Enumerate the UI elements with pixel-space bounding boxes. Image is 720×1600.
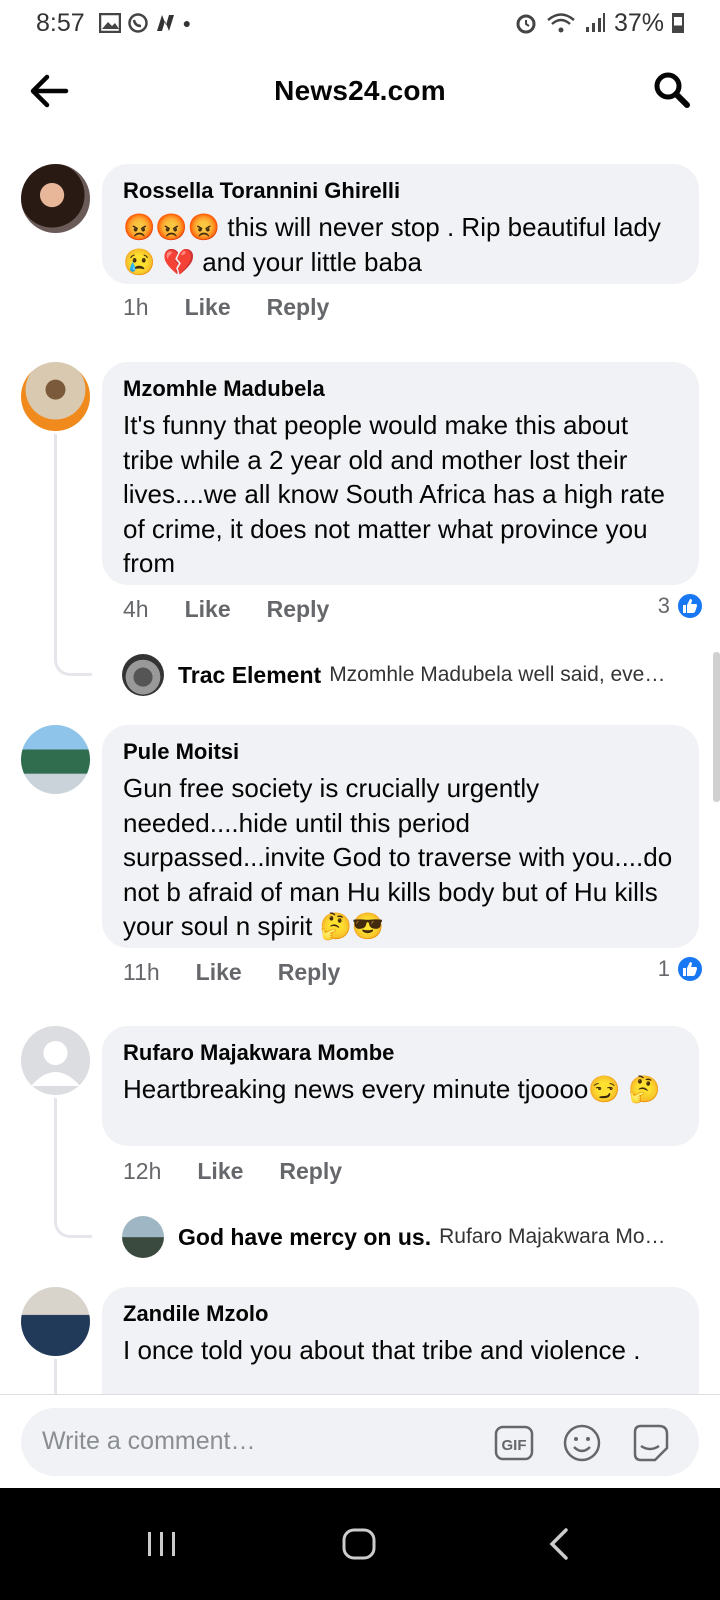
emoji-icon[interactable] bbox=[561, 1422, 603, 1464]
comment-actions: 1h Like Reply bbox=[123, 294, 365, 321]
reply-text: Mzomhle Madubela well said, eve… bbox=[329, 663, 666, 686]
status-bar: 8:57 ● 37% bbox=[0, 0, 720, 46]
back-arrow-icon[interactable] bbox=[28, 70, 70, 112]
like-count: 3 bbox=[657, 593, 670, 618]
comment-text: I once told you about that tribe and vio… bbox=[123, 1335, 641, 1365]
like-button[interactable]: Like bbox=[196, 959, 242, 986]
comment-bubble[interactable]: Zandile Mzolo I once told you about that… bbox=[102, 1287, 699, 1394]
comment-author[interactable]: Pule Moitsi bbox=[123, 739, 679, 765]
comment-actions: 4h Like Reply bbox=[123, 596, 365, 623]
page-title: News24.com bbox=[274, 75, 446, 106]
battery-percent: 37% bbox=[613, 8, 664, 37]
thread-line bbox=[54, 1359, 92, 1394]
comment-time[interactable]: 4h bbox=[123, 596, 149, 623]
system-nav-bar bbox=[0, 1488, 720, 1600]
reply-text: Rufaro Majakwara Mo… bbox=[439, 1225, 666, 1248]
comment-text: Gun free society is crucially urgently n… bbox=[123, 773, 673, 941]
reaction-count[interactable]: 3 bbox=[658, 592, 704, 620]
comment-time[interactable]: 1h bbox=[123, 294, 149, 321]
reply-button[interactable]: Reply bbox=[267, 596, 330, 623]
status-time: 8:57 bbox=[36, 8, 85, 37]
comment-input-placeholder: Write a comment… bbox=[42, 1427, 256, 1455]
avatar[interactable] bbox=[21, 362, 90, 431]
comment-author[interactable]: Rufaro Majakwara Mombe bbox=[123, 1040, 679, 1066]
like-count: 1 bbox=[657, 956, 670, 981]
reply-button[interactable]: Reply bbox=[279, 1158, 342, 1185]
reply-author: God have mercy on us. bbox=[178, 1223, 432, 1250]
reply-author: Trac Element bbox=[178, 661, 322, 688]
wifi-icon bbox=[547, 13, 575, 33]
comment-bubble[interactable]: Rossella Torannini Ghirelli 😡😡😡 this wil… bbox=[102, 164, 699, 284]
back-nav-icon[interactable] bbox=[538, 1522, 582, 1566]
comment-actions: 11h Like Reply bbox=[123, 959, 376, 986]
like-button[interactable]: Like bbox=[197, 1158, 243, 1185]
whatsapp-icon bbox=[127, 13, 148, 33]
comment-bubble[interactable]: Pule Moitsi Gun free society is cruciall… bbox=[102, 725, 699, 948]
comment-author[interactable]: Mzomhle Madubela bbox=[123, 376, 679, 402]
alarm-icon bbox=[516, 14, 536, 34]
status-right: 37% bbox=[514, 9, 684, 38]
comment-text: 😡😡😡 this will never stop . Rip beautiful… bbox=[123, 212, 661, 277]
comment-input[interactable]: Write a comment… GIF bbox=[21, 1408, 699, 1476]
comment: Zandile Mzolo I once told you about that… bbox=[0, 1287, 720, 1394]
thread-line bbox=[54, 434, 92, 676]
reply-preview[interactable]: Trac Element Mzomhle Madubela well said,… bbox=[122, 654, 690, 696]
battery-icon bbox=[672, 13, 684, 33]
avatar[interactable] bbox=[21, 725, 90, 794]
comment-text: Heartbreaking news every minute tjoooo😏 … bbox=[123, 1074, 661, 1104]
recent-apps-icon[interactable] bbox=[140, 1522, 184, 1566]
reaction-count[interactable]: 1 bbox=[658, 955, 704, 983]
scrollbar[interactable] bbox=[713, 652, 720, 802]
comment-actions: 12h Like Reply bbox=[123, 1158, 378, 1185]
comment-composer-bar: Write a comment… GIF bbox=[0, 1394, 720, 1488]
comment-bubble[interactable]: Mzomhle Madubela It's funny that people … bbox=[102, 362, 699, 585]
thread-line bbox=[54, 1098, 92, 1238]
search-icon[interactable] bbox=[652, 70, 692, 110]
signal-icon bbox=[585, 13, 605, 32]
avatar[interactable] bbox=[21, 1287, 90, 1356]
comment-bubble[interactable]: Rufaro Majakwara Mombe Heartbreaking new… bbox=[102, 1026, 699, 1146]
default-avatar-icon bbox=[31, 1041, 80, 1086]
like-thumb-icon bbox=[676, 955, 704, 983]
gif-icon[interactable]: GIF bbox=[493, 1422, 535, 1464]
reply-preview[interactable]: God have mercy on us. Rufaro Majakwara M… bbox=[122, 1216, 690, 1258]
app-header: News24.com bbox=[0, 56, 720, 126]
comment-time[interactable]: 11h bbox=[123, 959, 160, 986]
reply-button[interactable]: Reply bbox=[278, 959, 341, 986]
home-icon[interactable] bbox=[338, 1522, 382, 1566]
reply-button[interactable]: Reply bbox=[267, 294, 330, 321]
avatar bbox=[122, 1216, 164, 1258]
like-thumb-icon bbox=[676, 592, 704, 620]
news-app-icon bbox=[156, 15, 174, 31]
svg-text:GIF: GIF bbox=[502, 1437, 527, 1454]
comment-author[interactable]: Zandile Mzolo bbox=[123, 1301, 679, 1327]
comment-text: It's funny that people would make this a… bbox=[123, 410, 665, 578]
gallery-icon bbox=[98, 13, 121, 33]
avatar bbox=[122, 654, 164, 696]
avatar[interactable] bbox=[21, 164, 90, 233]
like-button[interactable]: Like bbox=[185, 294, 231, 321]
like-button[interactable]: Like bbox=[185, 596, 231, 623]
sticker-icon[interactable] bbox=[629, 1422, 671, 1464]
comment-time[interactable]: 12h bbox=[123, 1158, 161, 1185]
notification-dot-icon: ● bbox=[182, 15, 192, 31]
avatar[interactable] bbox=[21, 1026, 90, 1095]
comment-author[interactable]: Rossella Torannini Ghirelli bbox=[123, 178, 679, 204]
